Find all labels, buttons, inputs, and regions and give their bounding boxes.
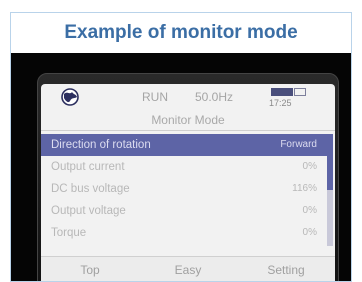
- status-bar: RUN 50.0Hz 17:25: [41, 84, 335, 110]
- monitor-list: Direction of rotation Forward Output cur…: [41, 134, 327, 244]
- figure-caption: Example of monitor mode: [11, 13, 351, 54]
- monitor-row-label: Output voltage: [51, 205, 126, 217]
- monitor-row-label: Direction of rotation: [51, 139, 151, 151]
- monitor-row-output-current[interactable]: Output current 0%: [41, 156, 327, 178]
- monitor-row-value: 0%: [302, 205, 317, 216]
- monitor-row-torque[interactable]: Torque 0%: [41, 222, 327, 244]
- monitor-row-value: 0%: [302, 161, 317, 172]
- softkey-bar: Top Easy Setting: [41, 256, 335, 281]
- softkey-setting[interactable]: Setting: [251, 263, 321, 277]
- battery-icon: [271, 88, 293, 96]
- scrollbar-thumb[interactable]: [327, 134, 333, 190]
- monitor-row-output-voltage[interactable]: Output voltage 0%: [41, 200, 327, 222]
- monitor-row-value: 0%: [302, 227, 317, 238]
- run-status: RUN: [142, 90, 168, 104]
- monitor-row-direction[interactable]: Direction of rotation Forward: [41, 134, 327, 156]
- softkey-easy[interactable]: Easy: [153, 263, 223, 277]
- figure-frame: Example of monitor mode RUN 50.0Hz 17:25…: [10, 12, 352, 282]
- monitor-row-value: Forward: [280, 139, 317, 150]
- mode-title: Monitor Mode: [41, 110, 335, 131]
- monitor-row-dc-bus-voltage[interactable]: DC bus voltage 116%: [41, 178, 327, 200]
- device-photo: RUN 50.0Hz 17:25 Monitor Mode Direction …: [11, 53, 351, 281]
- lcd-screen: RUN 50.0Hz 17:25 Monitor Mode Direction …: [41, 84, 335, 281]
- monitor-row-label: Torque: [51, 227, 87, 239]
- monitor-row-value: 116%: [292, 183, 317, 194]
- monitor-row-label: DC bus voltage: [51, 183, 130, 195]
- monitor-row-label: Output current: [51, 161, 125, 173]
- softkey-top[interactable]: Top: [55, 263, 125, 277]
- frequency-readout: 50.0Hz: [195, 90, 234, 104]
- globe-icon: [61, 88, 79, 106]
- list-scrollbar[interactable]: [327, 134, 333, 246]
- clock: 17:25: [269, 98, 292, 108]
- indicator-icon: [294, 88, 306, 96]
